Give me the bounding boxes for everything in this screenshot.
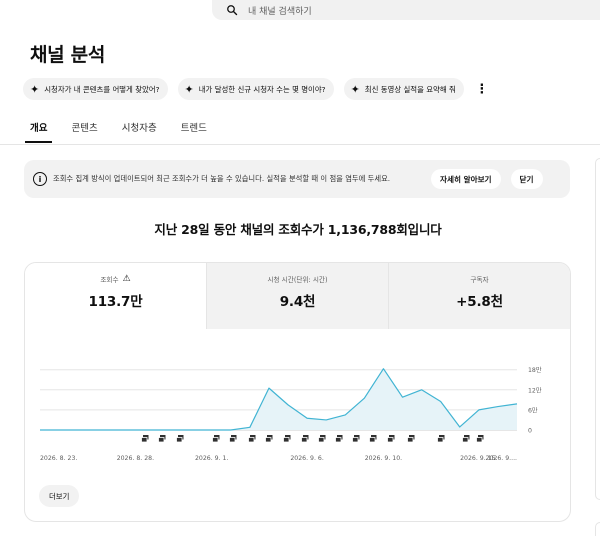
metric-tabs: 조회수 ⚠ 113.7만 시청 시간(단위: 시간) 9.4천 구독자 +5.8천 — [25, 263, 570, 329]
sparkle-icon: ✦ — [30, 82, 40, 96]
tab-content[interactable]: 콘텐츠 — [71, 120, 97, 143]
info-banner: i 조회수 집계 방식이 업데이트되어 최근 조회수가 더 높을 수 있습니다.… — [24, 160, 570, 198]
y-tick-label: 18만 — [528, 366, 542, 374]
video-marker-icon — [318, 435, 326, 443]
y-tick-label: 0 — [528, 428, 532, 435]
video-marker-icon — [369, 435, 377, 443]
video-marker-icon — [437, 435, 445, 443]
tabs-divider — [0, 144, 600, 145]
metric-value: +5.8천 — [456, 294, 503, 310]
views-chart: 18만 12만 6만 0 2026. 8. 23. 2026. 8. 28. 2026. 9… — [40, 366, 542, 462]
x-tick-label: 2026. 9.... — [486, 455, 518, 462]
video-marker-icon — [229, 435, 237, 443]
chip-label: 시청자가 내 콘텐츠를 어떻게 찾았어? — [44, 84, 160, 94]
suggestion-chip-new-viewers[interactable]: ✦ 내가 달성한 신규 시청자 수는 몇 명이야? — [177, 78, 334, 100]
warning-icon[interactable]: ⚠ — [123, 274, 131, 284]
tab-overview[interactable]: 개요 — [24, 120, 54, 143]
video-marker-icon — [265, 435, 273, 443]
views-area — [40, 368, 517, 430]
x-tick-label: 2026. 9. 6. — [290, 455, 323, 462]
info-icon: i — [33, 172, 47, 186]
banner-text: 조회수 집계 방식이 업데이트되어 최근 조회수가 더 높을 수 있습니다. 실… — [53, 174, 391, 183]
metric-label: 구독자 — [470, 276, 489, 284]
video-marker-icon — [248, 435, 256, 443]
suggestion-chip-latest-video[interactable]: ✦ 최신 동영상 실적을 요약해 줘 — [343, 78, 464, 100]
suggestion-chip-traffic[interactable]: ✦ 시청자가 내 콘텐츠를 어떻게 찾았어? — [23, 78, 168, 100]
side-panel-edge — [595, 158, 600, 500]
metric-value: 9.4천 — [279, 294, 316, 310]
metric-tab-watch-time[interactable]: 시청 시간(단위: 시간) 9.4천 — [206, 263, 388, 329]
x-tick-label: 2026. 9. 1. — [195, 455, 228, 462]
y-tick-label: 6만 — [528, 406, 538, 414]
video-marker-icon — [476, 435, 484, 443]
search-bar[interactable]: 내 채널 검색하기 — [212, 0, 600, 20]
sparkle-icon: ✦ — [350, 82, 360, 96]
search-input[interactable]: 내 채널 검색하기 — [248, 4, 312, 17]
video-marker-icon — [462, 435, 470, 443]
x-tick-label: 2026. 8. 23. — [40, 455, 77, 462]
sparkle-icon: ✦ — [184, 82, 194, 96]
video-marker-icon — [387, 435, 395, 443]
tab-audience[interactable]: 시청자층 — [122, 120, 157, 143]
chip-label: 최신 동영상 실적을 요약해 줘 — [364, 84, 456, 94]
search-icon — [227, 5, 238, 16]
x-tick-label: 2026. 8. 28. — [117, 455, 154, 462]
learn-more-button[interactable]: 자세히 알아보기 — [431, 169, 501, 189]
video-marker-icon — [141, 435, 149, 443]
views-summary: 지난 28일 동안 채널의 조회수가 1,136,788회입니다 — [154, 222, 442, 237]
video-marker-icon — [352, 435, 360, 443]
y-tick-label: 12만 — [528, 386, 542, 394]
video-marker-icon — [158, 435, 166, 443]
x-tick-label: 2026. 9. 10. — [365, 455, 402, 462]
tab-bar: 개요 콘텐츠 시청자층 트렌드 — [24, 120, 231, 143]
metric-label: 시청 시간(단위: 시간) — [267, 276, 328, 284]
metric-value: 113.7만 — [88, 294, 143, 310]
metric-tab-views[interactable]: 조회수 ⚠ 113.7만 — [25, 263, 206, 329]
tab-trends[interactable]: 트렌드 — [181, 120, 207, 143]
metric-label-text: 조회수 — [100, 276, 119, 284]
video-marker-icon — [283, 435, 291, 443]
video-marker-icon — [301, 435, 309, 443]
metric-tab-subscribers[interactable]: 구독자 +5.8천 — [388, 263, 570, 329]
side-panel-edge-lower — [595, 522, 600, 536]
video-marker-icon — [212, 435, 220, 443]
more-options-icon[interactable]: ⋮ — [474, 78, 490, 100]
page-title: 채널 분석 — [30, 44, 106, 66]
metrics-card: 조회수 ⚠ 113.7만 시청 시간(단위: 시간) 9.4천 구독자 +5.8천… — [24, 262, 571, 522]
video-marker-icon — [407, 435, 415, 443]
video-marker-icon — [335, 435, 343, 443]
video-marker-icon — [176, 435, 184, 443]
metric-label: 조회수 ⚠ — [100, 274, 130, 284]
chip-label: 내가 달성한 신규 시청자 수는 몇 명이야? — [198, 84, 326, 94]
see-more-button[interactable]: 더보기 — [39, 485, 80, 507]
suggestion-chips: ✦ 시청자가 내 콘텐츠를 어떻게 찾았어? ✦ 내가 달성한 신규 시청자 수는 … — [23, 78, 490, 100]
close-banner-button[interactable]: 닫기 — [510, 169, 543, 189]
